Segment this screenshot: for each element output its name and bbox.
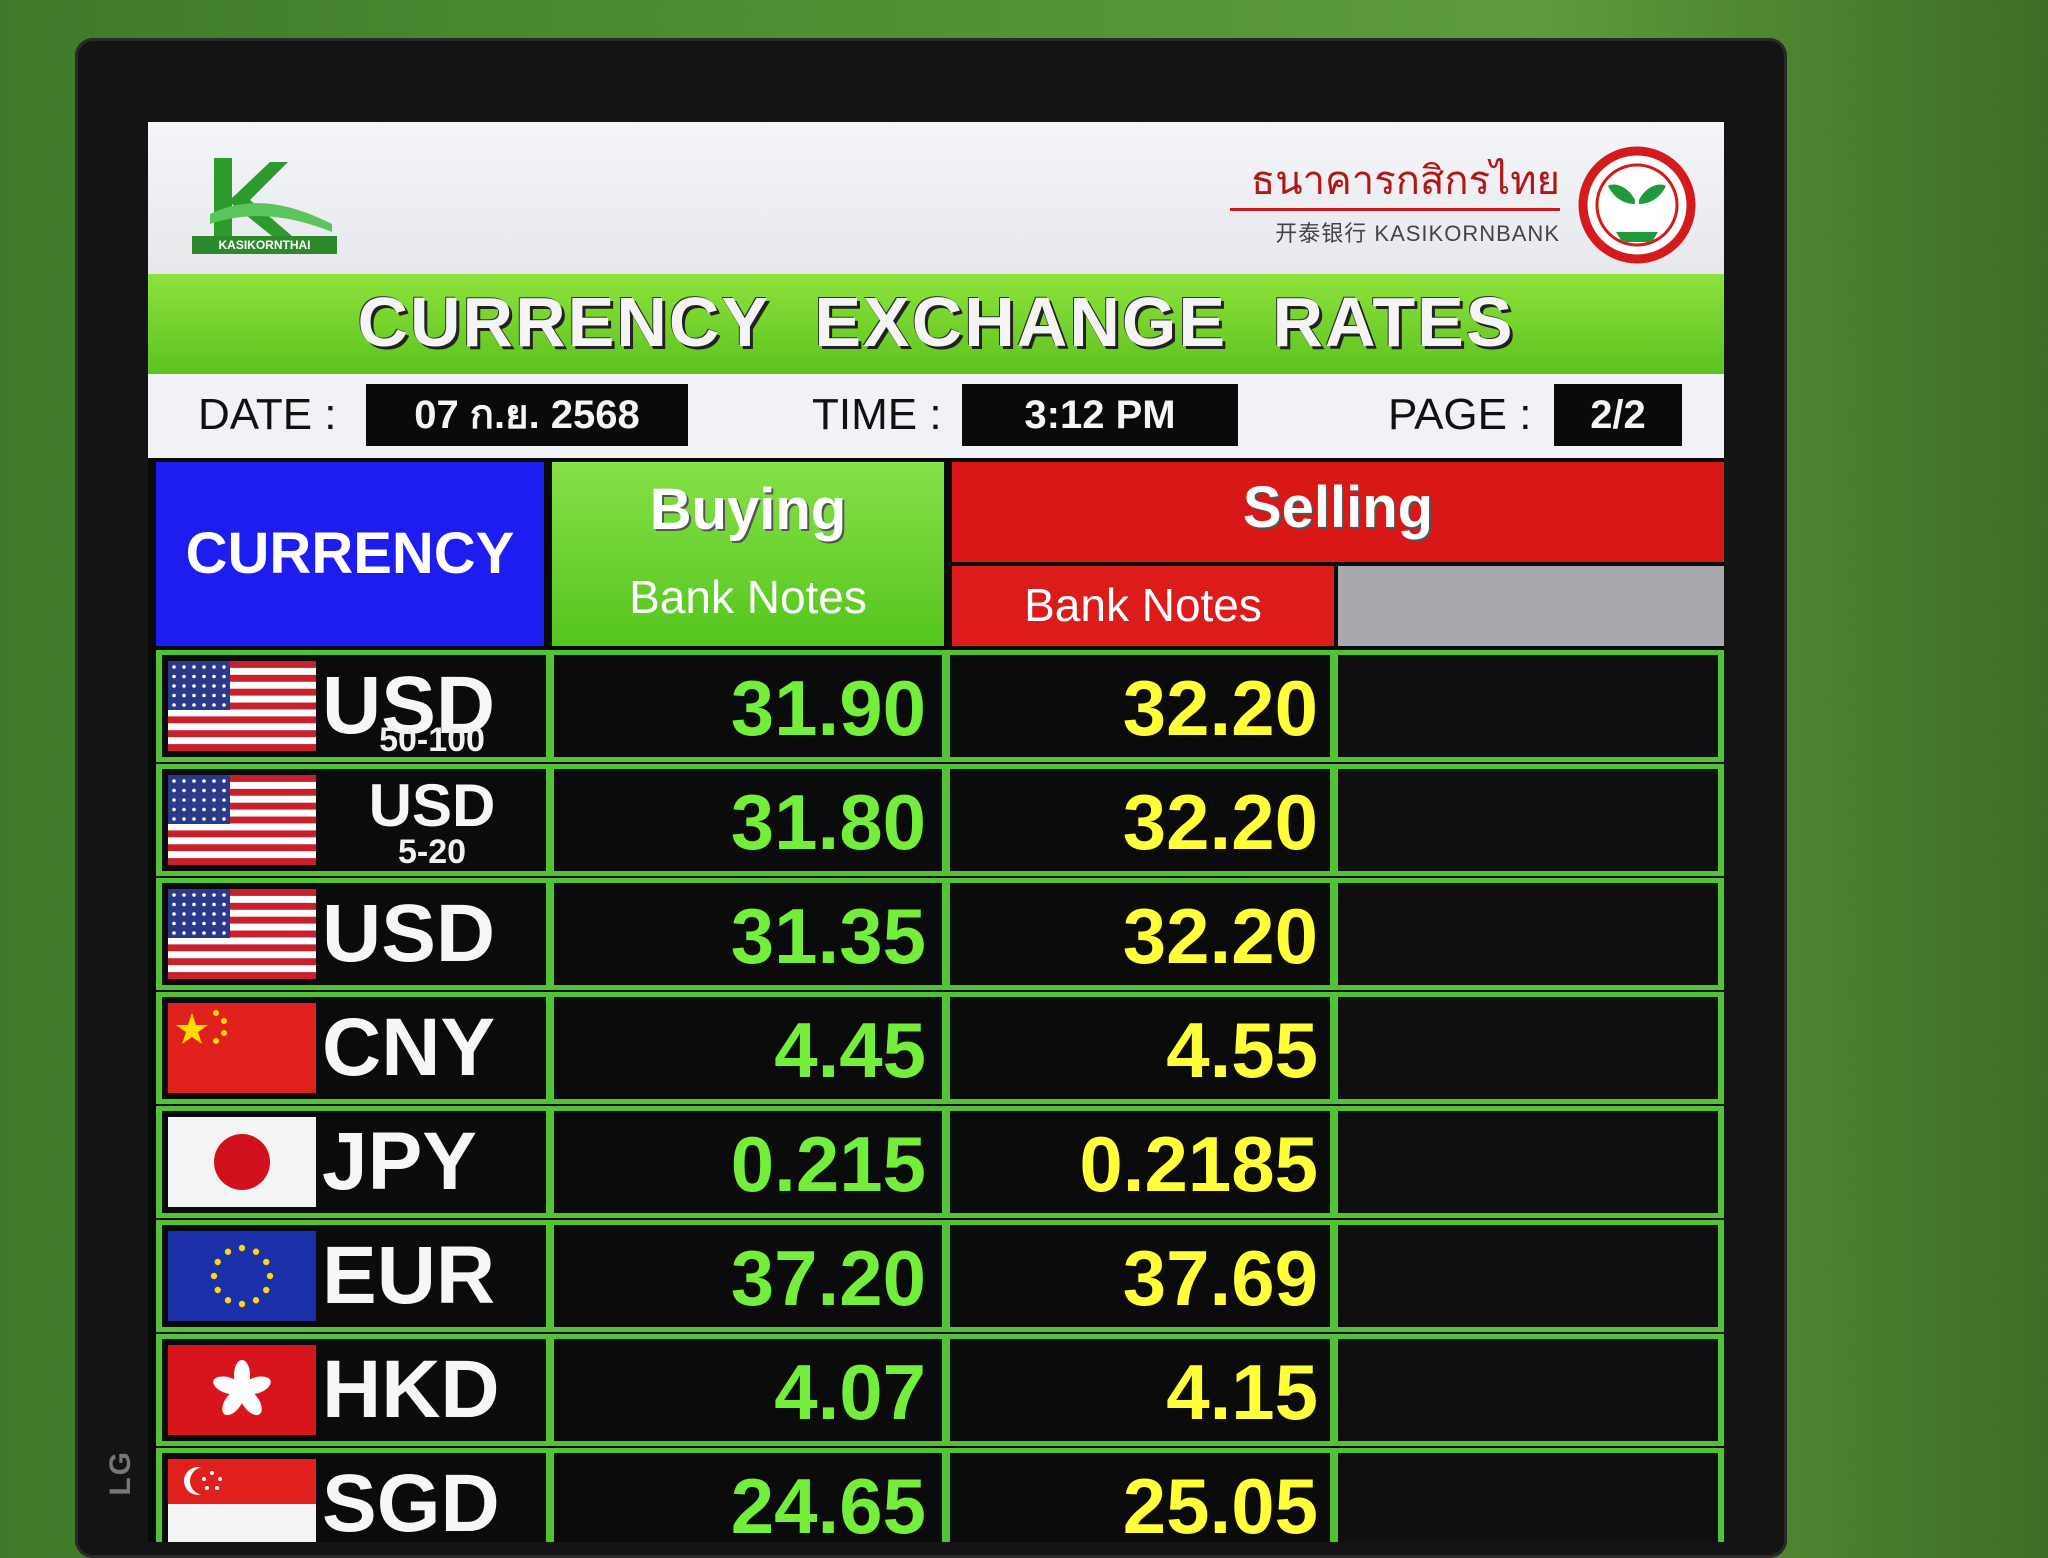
currency-cell: HKD — [162, 1339, 546, 1441]
page-label: PAGE : — [1388, 390, 1532, 439]
buying-subtitle: Bank Notes — [629, 571, 867, 623]
currency-cell: SGD — [162, 1453, 546, 1542]
blank-cell — [1338, 1225, 1718, 1327]
table-row: JPY 0.215 0.2185 — [156, 1106, 1724, 1218]
blank-cell — [1338, 769, 1718, 871]
buying-cell: 4.45 — [554, 997, 942, 1099]
date-label: DATE : — [198, 390, 337, 439]
buying-rate: 24.65 — [730, 1462, 926, 1542]
table-row: CNY 4.45 4.55 — [156, 992, 1724, 1104]
selling-cell: 0.2185 — [950, 1111, 1330, 1213]
table-row: EUR 37.20 37.69 — [156, 1220, 1724, 1332]
selling-title: Selling — [1242, 475, 1434, 540]
currency-code: HKD — [322, 1344, 500, 1435]
time-label: TIME : — [812, 390, 942, 439]
us-flag-icon — [168, 661, 316, 751]
selling-cell: 32.20 — [950, 769, 1330, 871]
selling-subtitle: Bank Notes — [1024, 579, 1262, 631]
blank-column-header — [1338, 566, 1724, 646]
currency-code: SGD — [322, 1458, 500, 1543]
blank-cell — [1338, 655, 1718, 757]
bank-name-divider — [1230, 208, 1560, 211]
blank-cell — [1338, 883, 1718, 985]
selling-rate: 32.20 — [1122, 664, 1318, 752]
us-flag-icon — [168, 775, 316, 865]
bank-name-thai: ธนาคารกสิกรไทย — [1250, 158, 1560, 204]
currency-code: JPY — [322, 1116, 477, 1207]
buying-rate: 4.45 — [774, 1006, 926, 1094]
buying-rate: 31.35 — [730, 892, 926, 980]
denomination-label: 50-100 — [379, 721, 485, 759]
buying-column-header: Buying Bank Notes — [552, 462, 944, 646]
buying-cell: 31.90 — [554, 655, 942, 757]
table-row: USD 50-100 31.90 32.20 — [156, 650, 1724, 762]
buying-cell: 24.65 — [554, 1453, 942, 1542]
selling-cell: 32.20 — [950, 883, 1330, 985]
buying-rate: 37.20 — [730, 1234, 926, 1322]
selling-rate: 4.55 — [1166, 1006, 1318, 1094]
kasikornthai-logo-label: KASIKORNTHAI — [192, 236, 337, 254]
buying-cell: 37.20 — [554, 1225, 942, 1327]
info-bar: DATE : 07 ก.ย. 2568 TIME : 3:12 PM PAGE … — [148, 374, 1724, 458]
currency-code: USD — [322, 888, 496, 979]
japan-flag-icon — [168, 1117, 316, 1207]
singapore-flag-icon — [168, 1459, 316, 1542]
currency-code: USD — [368, 772, 496, 839]
buying-cell: 4.07 — [554, 1339, 942, 1441]
denomination-label: 5-20 — [397, 833, 467, 871]
bank-name-english: 开泰银行 KASIKORNBANK — [1275, 221, 1560, 246]
selling-rate: 37.69 — [1122, 1234, 1318, 1322]
currency-column-header: CURRENCY — [156, 462, 544, 646]
currency-code: CNY — [322, 1002, 496, 1093]
eu-flag-icon — [168, 1231, 316, 1321]
blank-cell — [1338, 1111, 1718, 1213]
selling-cell: 4.15 — [950, 1339, 1330, 1441]
page-value: 2/2 — [1554, 384, 1682, 446]
selling-rate: 25.05 — [1122, 1462, 1318, 1542]
selling-rate: 0.2185 — [1079, 1120, 1318, 1208]
board-title: CURRENCY EXCHANGE RATES — [357, 283, 1515, 361]
buying-cell: 0.215 — [554, 1111, 942, 1213]
blank-cell — [1338, 1339, 1718, 1441]
buying-cell: 31.35 — [554, 883, 942, 985]
currency-cell: EUR — [162, 1225, 546, 1327]
board-header: KASIKORNTHAI ธนาคารกสิกรไทย 开泰银行 KASIKOR… — [148, 122, 1724, 274]
selling-column-header: Selling — [952, 462, 1724, 562]
buying-rate: 31.90 — [730, 664, 926, 752]
table-row: SGD 24.65 25.05 — [156, 1448, 1724, 1542]
time-value: 3:12 PM — [962, 384, 1238, 446]
china-flag-icon — [168, 1003, 316, 1093]
selling-subheader: Bank Notes — [952, 566, 1334, 646]
blank-cell — [1338, 997, 1718, 1099]
currency-cell: USD 5-20 — [162, 769, 546, 871]
table-row: HKD 4.07 4.15 — [156, 1334, 1724, 1446]
buying-rate: 4.07 — [774, 1348, 926, 1436]
currency-cell: JPY — [162, 1111, 546, 1213]
kasikornbank-seal-icon — [1578, 146, 1696, 264]
selling-cell: 4.55 — [950, 997, 1330, 1099]
table-row: USD 31.35 32.20 — [156, 878, 1724, 990]
currency-code: EUR — [322, 1230, 496, 1321]
title-bar: CURRENCY EXCHANGE RATES — [148, 274, 1724, 374]
buying-rate: 0.215 — [730, 1120, 926, 1208]
currency-cell: USD — [162, 883, 546, 985]
rate-board-screen: KASIKORNTHAI ธนาคารกสิกรไทย 开泰银行 KASIKOR… — [148, 122, 1724, 1542]
buying-cell: 31.80 — [554, 769, 942, 871]
us-flag-icon — [168, 889, 316, 979]
table-row: USD 5-20 31.80 32.20 — [156, 764, 1724, 876]
selling-rate: 4.15 — [1166, 1348, 1318, 1436]
currency-cell: USD 50-100 — [162, 655, 546, 759]
selling-cell: 25.05 — [950, 1453, 1330, 1542]
buying-title: Buying — [649, 477, 847, 542]
hong-kong-flag-icon — [168, 1345, 316, 1435]
date-value: 07 ก.ย. 2568 — [366, 384, 688, 446]
selling-rate: 32.20 — [1122, 892, 1318, 980]
selling-cell: 37.69 — [950, 1225, 1330, 1327]
selling-cell: 32.20 — [950, 655, 1330, 757]
currency-cell: CNY — [162, 997, 546, 1099]
blank-cell — [1338, 1453, 1718, 1542]
monitor-brand: LG — [104, 1450, 137, 1496]
selling-rate: 32.20 — [1122, 778, 1318, 866]
buying-rate: 31.80 — [730, 778, 926, 866]
